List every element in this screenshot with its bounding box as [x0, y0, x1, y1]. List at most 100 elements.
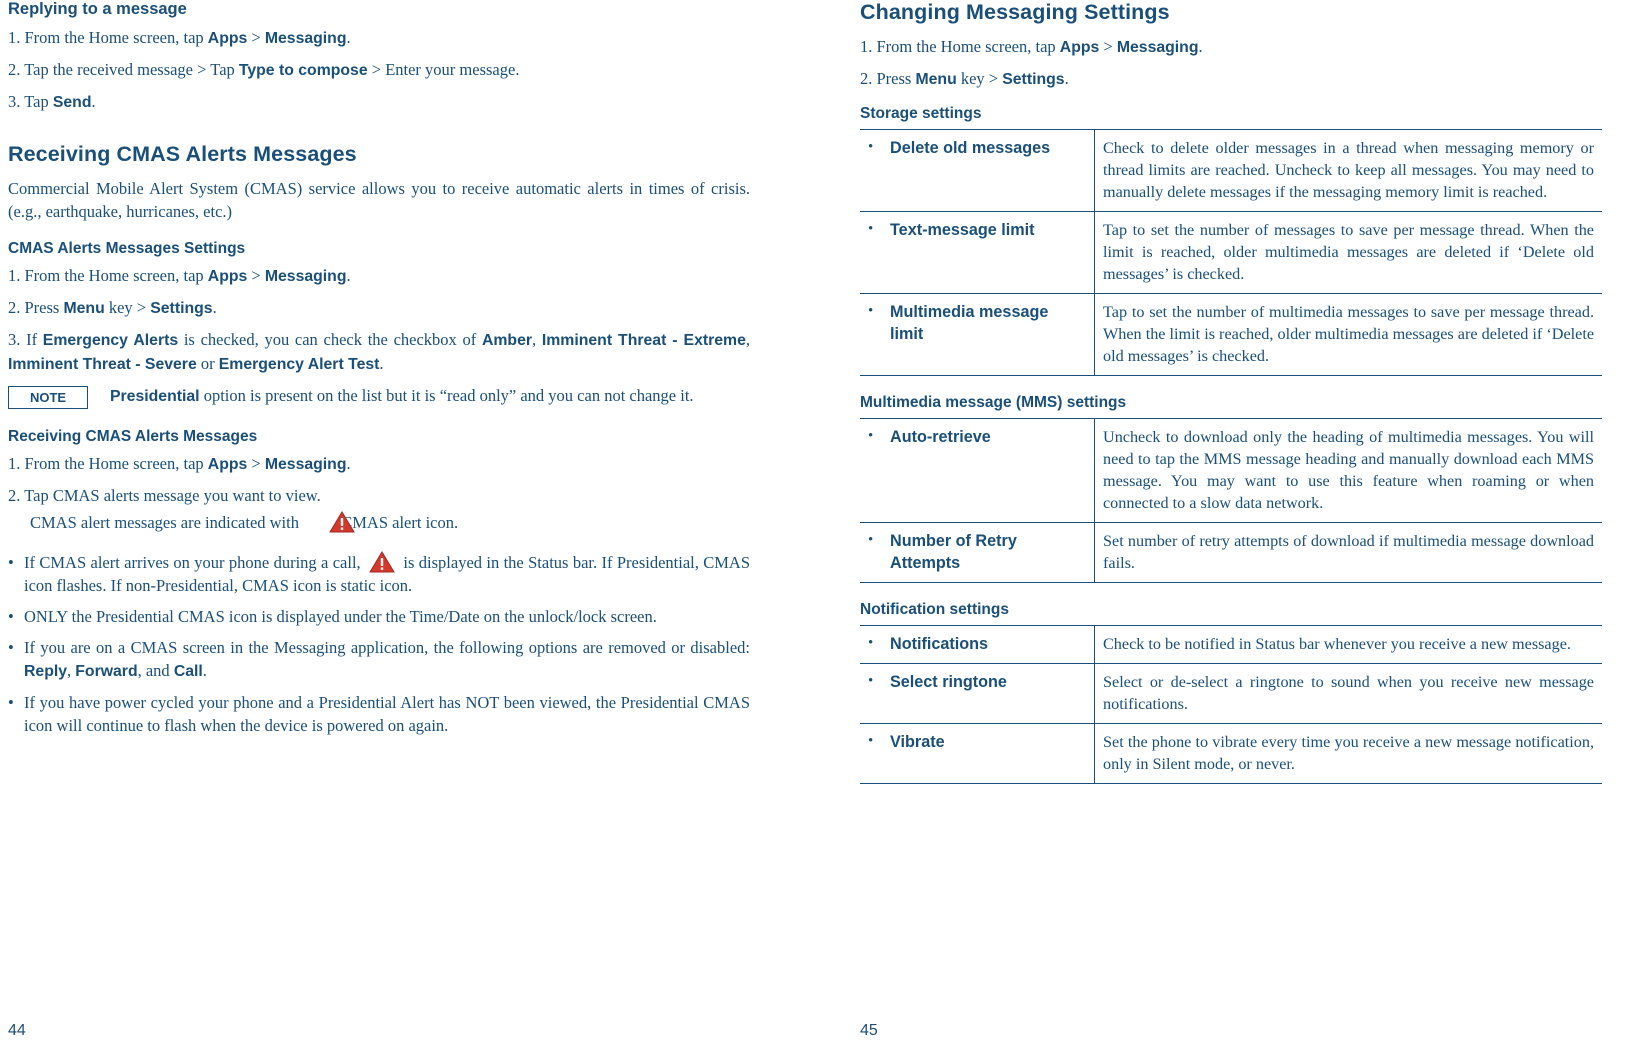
note-text: Presidential option is present on the li…	[110, 384, 750, 409]
page-number-left: 44	[8, 1022, 26, 1039]
step-number: 2.	[8, 60, 25, 79]
run-text: If CMAS alert arrives on your phone duri…	[24, 553, 366, 572]
emphasis-text: Imminent Threat - Severe	[8, 356, 197, 373]
run-text: Press	[876, 69, 916, 88]
setting-description: Select or de-select a ringtone to sound …	[1094, 663, 1602, 724]
cmas-intro-paragraph: Commercial Mobile Alert System (CMAS) se…	[8, 179, 750, 221]
steps-cmas-settings: 1. From the Home screen, tap Apps > Mess…	[8, 264, 750, 376]
bullet-text: If you are on a CMAS screen in the Messa…	[24, 636, 750, 683]
numbered-step: 1. From the Home screen, tap Apps > Mess…	[8, 264, 750, 288]
step-2-tap-cmas: 2. Tap CMAS alerts message you want to v…	[8, 484, 750, 507]
steps-receiving: 1. From the Home screen, tap Apps > Mess…	[8, 452, 750, 476]
cmas-alert-warning-icon	[369, 551, 395, 573]
table-row: • Notifications Check to be notified in St…	[860, 625, 1602, 664]
emphasis-text: Apps	[207, 456, 248, 473]
numbered-step: 2. Press Menu key > Settings.	[860, 67, 1602, 91]
document-page: Replying to a message 1. From the Home s…	[0, 0, 1647, 1048]
setting-label: Select ringtone	[890, 673, 1007, 691]
emphasis-text: Emergency Alerts	[42, 332, 179, 349]
step-number: 1.	[860, 37, 877, 56]
emphasis-text: Apps	[207, 30, 248, 47]
step-number: 3.	[8, 92, 25, 111]
run-text: If you are on a CMAS screen in the Messa…	[24, 638, 750, 657]
bullet-dot-icon: •	[868, 221, 874, 237]
table-row: • Multimedia message limit Tap to set the …	[860, 293, 1602, 376]
setting-label-cell: • Auto-retrieve	[860, 418, 1095, 523]
run-text: key >	[956, 69, 1003, 88]
setting-description: Check to delete older messages in a thre…	[1094, 129, 1602, 212]
emphasis-text: Call	[173, 663, 203, 680]
run-text: .	[212, 298, 217, 317]
bullet-item: • If you are on a CMAS screen in the Mess…	[8, 636, 750, 683]
run-text: option is present on the list but it is …	[199, 386, 694, 405]
setting-label: Delete old messages	[890, 139, 1051, 157]
heading-replying-to-a-message: Replying to a message	[8, 0, 187, 18]
setting-description: Tap to set the number of messages to sav…	[1094, 211, 1602, 294]
run-text: .	[346, 454, 351, 473]
run-text: ONLY the Presidential CMAS icon is displ…	[24, 607, 657, 626]
bullet-dot-icon: •	[8, 607, 14, 626]
setting-label: Text-message limit	[890, 221, 1035, 239]
emphasis-text: Apps	[1059, 39, 1100, 56]
table-row: • Text-message limit Tap to set the number…	[860, 211, 1602, 294]
run-text: From the Home screen, tap	[24, 454, 208, 473]
bullet-dot-icon: •	[868, 673, 874, 689]
numbered-step: 2. Press Menu key > Settings.	[8, 296, 750, 320]
run-text: .	[1198, 37, 1203, 56]
heading-cmas-alerts-messages-settings: CMAS Alerts Messages Settings	[8, 240, 246, 257]
emphasis-text: Settings	[150, 300, 213, 317]
left-column: Replying to a message 1. From the Home s…	[8, 0, 750, 745]
run-text: .	[91, 92, 96, 111]
run-text: >	[247, 266, 265, 285]
note-badge: NOTE	[8, 386, 88, 409]
setting-description: Uncheck to download only the heading of …	[1094, 418, 1602, 523]
table-row: • Vibrate Set the phone to vibrate every t…	[860, 723, 1602, 784]
step-number: 1.	[8, 266, 25, 285]
run-text: >	[1099, 37, 1117, 56]
run-text: Tap the received message > Tap	[24, 60, 239, 79]
setting-label: Notifications	[890, 635, 989, 653]
step-2-line2-pre: CMAS alert messages are indicated with	[30, 513, 299, 532]
setting-label-cell: • Number of Retry Attempts	[860, 522, 1095, 583]
emphasis-text: Messaging	[264, 30, 347, 47]
setting-label-cell: • Text-message limit	[860, 211, 1095, 294]
page-number-right: 45	[860, 1022, 878, 1039]
emphasis-text: Messaging	[1116, 39, 1199, 56]
emphasis-text: Menu	[63, 300, 105, 317]
setting-label-cell: • Multimedia message limit	[860, 293, 1095, 376]
numbered-step: 2. Tap the received message > Tap Type t…	[8, 58, 750, 82]
heading-receiving-cmas-alerts-messages-sub: Receiving CMAS Alerts Messages	[8, 428, 258, 445]
emphasis-text: Reply	[24, 663, 68, 680]
bullet-dot-icon: •	[868, 635, 874, 651]
setting-label-cell: • Select ringtone	[860, 663, 1095, 724]
step-2-line1: 2. Tap CMAS alerts message you want to v…	[8, 486, 321, 505]
table-row: • Number of Retry Attempts Set number of r…	[860, 522, 1602, 583]
run-text: .	[346, 28, 351, 47]
bullet-dot-icon: •	[868, 733, 874, 749]
heading-receiving-cmas-alerts-messages: Receiving CMAS Alerts Messages	[8, 142, 357, 166]
notification-settings-table: • Notifications Check to be notified in St…	[860, 625, 1602, 784]
setting-label: Vibrate	[890, 733, 945, 751]
bullet-text: If CMAS alert arrives on your phone duri…	[24, 551, 750, 597]
heading-storage-settings: Storage settings	[860, 105, 982, 122]
setting-label: Number of Retry Attempts	[890, 532, 1017, 572]
run-text: is checked, you can check the checkbox o…	[178, 330, 482, 349]
table-row: • Auto-retrieve Uncheck to download only t…	[860, 418, 1602, 523]
run-text: , and	[137, 661, 174, 680]
run-text: .	[346, 266, 351, 285]
run-text: or	[196, 354, 219, 373]
heading-mms-settings: Multimedia message (MMS) settings	[860, 394, 1127, 411]
step-number: 2.	[860, 69, 877, 88]
bullet-item: • If CMAS alert arrives on your phone dur…	[8, 551, 750, 597]
bullet-dot-icon: •	[868, 139, 874, 155]
cmas-alert-warning-icon	[307, 511, 355, 533]
step-number: 3.	[8, 330, 27, 349]
run-text: From the Home screen, tap	[24, 266, 208, 285]
setting-label: Auto-retrieve	[890, 428, 991, 446]
run-text: Tap	[24, 92, 53, 111]
emphasis-text: Amber	[481, 332, 533, 349]
run-text: ,	[532, 330, 542, 349]
run-text: key >	[104, 298, 151, 317]
numbered-step: 1. From the Home screen, tap Apps > Mess…	[8, 452, 750, 476]
emphasis-text: Forward	[75, 663, 138, 680]
